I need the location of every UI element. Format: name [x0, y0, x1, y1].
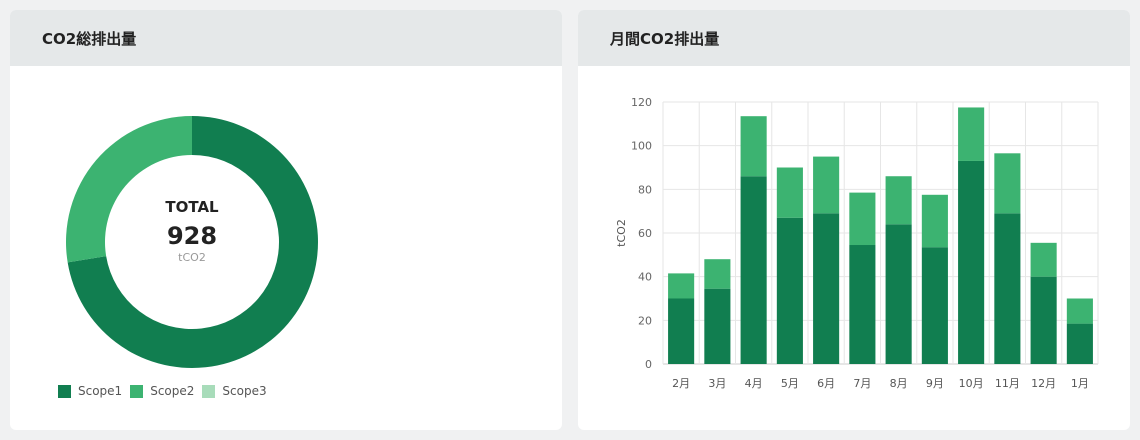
y-tick-label: 20 [638, 314, 652, 327]
y-tick-label: 100 [631, 140, 652, 153]
legend-label-scope3: Scope3 [222, 384, 267, 398]
bar-scope1-3[interactable] [740, 176, 767, 364]
bar-scope2-10[interactable] [994, 153, 1021, 214]
donut-chart: TOTAL 928 tCO2 [65, 115, 319, 369]
y-tick-label: 80 [638, 183, 652, 196]
legend-item-scope1[interactable]: Scope1 [58, 384, 122, 398]
y-tick-label: 0 [645, 358, 652, 371]
y-tick-label: 40 [638, 271, 652, 284]
y-tick-label: 120 [631, 96, 652, 109]
x-tick-label: 12月 [1031, 377, 1056, 390]
bar-scope1-8[interactable] [921, 247, 948, 364]
y-tick-label: 60 [638, 227, 652, 240]
bar-scope2-6[interactable] [849, 192, 876, 246]
legend-item-scope3[interactable]: Scope3 [202, 384, 267, 398]
bar-scope2-1[interactable] [668, 273, 695, 299]
bar-scope1-5[interactable] [813, 213, 840, 364]
x-tick-label: 8月 [890, 377, 908, 390]
total-emissions-title: CO2総排出量 [42, 29, 137, 48]
legend-item-scope2[interactable]: Scope2 [130, 384, 194, 398]
bar-scope2-4[interactable] [776, 167, 803, 218]
total-emissions-card: CO2総排出量 TOTAL 928 tCO2 Scope1 Scope2 Sco… [10, 10, 562, 430]
x-tick-label: 2月 [672, 377, 690, 390]
bar-scope1-12[interactable] [1066, 323, 1093, 364]
legend-swatch-scope3 [202, 384, 216, 398]
monthly-emissions-title: 月間CO2排出量 [610, 29, 720, 48]
x-tick-label: 9月 [926, 377, 944, 390]
x-tick-label: 3月 [708, 377, 726, 390]
bar-scope1-11[interactable] [1030, 276, 1057, 364]
bar-scope2-3[interactable] [740, 116, 767, 177]
x-tick-label: 1月 [1071, 377, 1089, 390]
bar-scope1-7[interactable] [885, 224, 912, 364]
bar-scope1-2[interactable] [704, 288, 731, 364]
bar-scope1-4[interactable] [776, 217, 803, 364]
x-tick-label: 5月 [781, 377, 799, 390]
bar-scope1-1[interactable] [668, 298, 695, 365]
bar-scope2-11[interactable] [1030, 242, 1057, 277]
x-tick-label: 4月 [745, 377, 763, 390]
x-tick-label: 7月 [853, 377, 871, 390]
y-axis-title: tCO2 [615, 219, 628, 247]
total-value: 928 [166, 222, 218, 250]
donut-legend: Scope1 Scope2 Scope3 [58, 384, 275, 398]
total-label: TOTAL [165, 198, 219, 216]
legend-swatch-scope1 [58, 384, 71, 398]
total-unit: tCO2 [178, 251, 206, 264]
donut-center: TOTAL 928 tCO2 [65, 115, 319, 369]
legend-label-scope1: Scope1 [78, 384, 123, 398]
x-tick-label: 11月 [995, 377, 1020, 390]
x-tick-label: 6月 [817, 377, 835, 390]
total-emissions-header: CO2総排出量 [10, 10, 562, 66]
bar-scope1-10[interactable] [994, 213, 1021, 364]
legend-label-scope2: Scope2 [150, 384, 195, 398]
monthly-bar-chart: 0 20 40 60 80 100 120 tCO2 2月 3月 4月 5月 6月 7月 8月 9月 10月 11… [615, 96, 1099, 390]
bar-scope2-7[interactable] [885, 176, 912, 225]
monthly-emissions-header: 月間CO2排出量 [578, 10, 1130, 66]
legend-swatch-scope2 [130, 384, 144, 398]
bar-scope1-6[interactable] [849, 245, 876, 364]
x-tick-label: 10月 [959, 377, 984, 390]
bar-scope2-9[interactable] [958, 107, 985, 161]
bar-scope2-12[interactable] [1066, 298, 1093, 324]
bar-scope2-2[interactable] [704, 259, 731, 289]
monthly-emissions-card: 月間CO2排出量 0 20 40 60 80 100 120 tCO2 2月 3月 4月 5月 6月 7月… [578, 10, 1130, 430]
bar-scope1-9[interactable] [958, 160, 985, 364]
bar-scope2-5[interactable] [813, 156, 840, 214]
bar-scope2-8[interactable] [921, 194, 948, 248]
